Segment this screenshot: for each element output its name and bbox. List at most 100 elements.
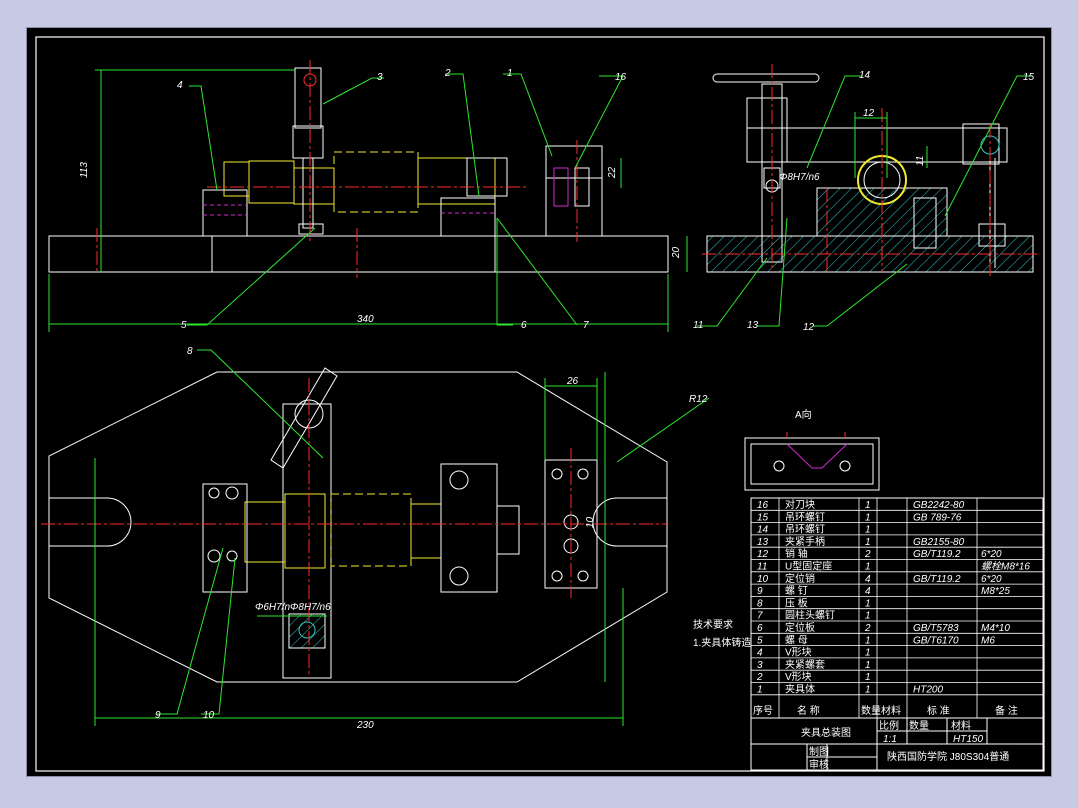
- callout-11: 11: [693, 320, 703, 331]
- bom-cell-no: 15: [757, 512, 769, 523]
- school-name: 陕西国防学院 J80S304普通: [887, 750, 1009, 763]
- callout-6: 6: [521, 320, 527, 331]
- scale-value: 1:1: [883, 734, 897, 745]
- bom-cell-no: 11: [757, 562, 767, 573]
- bom-cell-qty: 2: [864, 623, 871, 634]
- bom-header-note: 备 注: [995, 704, 1018, 717]
- bom-cell-spec: M6: [981, 635, 995, 646]
- bom-cell-name: 夹紧螺套: [785, 658, 825, 671]
- drawing-border: [35, 36, 1045, 772]
- bom-cell-spec: M8*25: [981, 586, 1010, 597]
- bom-cell-std: GB/T119.2: [913, 574, 961, 585]
- bom-table: 16 对刀块 1 GB2242-8015 吊环螺钉 1 GB 789-7614 吊环螺钉 113…: [750, 497, 1044, 719]
- tech-notes-line1: 1.夹具体铸造: [693, 636, 751, 649]
- bom-cell-name: 压 板: [785, 596, 808, 609]
- bom-header-mat: 材料: [881, 704, 901, 717]
- bom-cell-name: 对刀块: [785, 498, 815, 511]
- bom-cell-spec: 螺栓M8*16: [981, 561, 1030, 573]
- material-value: HT150: [953, 734, 983, 745]
- dim-10: 10: [585, 516, 596, 528]
- dim-230: 230: [356, 720, 374, 731]
- bom-cell-name: 定位板: [785, 621, 815, 634]
- bom-cell-name: 夹具体: [785, 683, 815, 696]
- callout-5: 5: [181, 320, 187, 331]
- bom-header-name: 名 称: [797, 704, 820, 717]
- bom-cell-name: V形块: [785, 647, 812, 659]
- bom-cell-qty: 1: [865, 562, 871, 573]
- callout-13: 13: [747, 320, 759, 331]
- bom-cell-qty: 1: [865, 672, 871, 683]
- bom-cell-qty: 1: [865, 525, 871, 536]
- view-a-label: A向: [795, 408, 812, 421]
- callout-15: 15: [1023, 72, 1035, 83]
- bom-cell-qty: 4: [865, 574, 871, 585]
- side-view: [706, 73, 1034, 273]
- drawing-canvas: 113 20 22 340 4 3 2 1 16 5 6 7 12 Φ8H7/n…: [26, 27, 1052, 777]
- drawing-name: 夹具总装图: [801, 726, 851, 739]
- scale-label: 比例: [879, 719, 899, 732]
- dim-113: 113: [79, 162, 90, 178]
- bom-cell-name: 吊环螺钉: [785, 511, 825, 523]
- dim-fit-right: Φ8H7/n6: [779, 172, 820, 183]
- callout-8: 8: [187, 346, 193, 357]
- bom-cell-spec: 6*20: [981, 574, 1002, 585]
- bom-cell-no: 2: [756, 672, 763, 683]
- callout-16: 16: [615, 72, 627, 83]
- bom-header-no: 序号: [753, 704, 773, 717]
- tech-notes-heading: 技术要求: [693, 618, 733, 631]
- bom-cell-no: 16: [757, 500, 769, 511]
- bom-cell-name: 定位销: [785, 572, 815, 585]
- checked-by-label: 审核: [809, 758, 829, 771]
- v-block-left: [202, 189, 248, 237]
- bom-cell-name: U型固定座: [785, 560, 832, 573]
- callout-14: 14: [859, 70, 871, 81]
- bom-cell-no: 14: [757, 525, 769, 536]
- callout-2: 2: [444, 68, 451, 79]
- bom-cell-name: 圆柱头螺钉: [785, 609, 835, 622]
- bom-cell-name: 销 轴: [785, 547, 808, 560]
- drawn-by-label: 制图: [809, 745, 829, 758]
- bom-cell-no: 6: [757, 623, 763, 634]
- bom-cell-std: GB/T5783: [913, 623, 959, 634]
- callout-7: 7: [583, 320, 589, 331]
- bom-cell-qty: 1: [865, 685, 871, 696]
- qty-label: 数量: [909, 719, 929, 732]
- bom-header-std: 标 准: [927, 705, 950, 717]
- dim-11: 11: [915, 156, 926, 166]
- bom-cell-no: 10: [757, 574, 769, 585]
- bom-cell-no: 5: [757, 635, 763, 646]
- bom-cell-qty: 1: [865, 611, 871, 622]
- bom-cell-name: 吊环螺钉: [785, 524, 825, 536]
- callout-1: 1: [507, 68, 513, 79]
- bom-cell-qty: 1: [865, 500, 871, 511]
- bom-cell-qty: 1: [865, 537, 871, 548]
- bom-cell-std: GB2242-80: [913, 500, 965, 511]
- bom-cell-qty: 1: [865, 660, 871, 671]
- top-view: [48, 367, 668, 683]
- dim-26: 26: [566, 376, 579, 387]
- bom-header-qty: 数量: [861, 704, 881, 717]
- bom-cell-no: 7: [757, 611, 763, 622]
- bom-cell-qty: 4: [865, 586, 871, 597]
- dim-12: 12: [863, 108, 875, 119]
- bom-cell-no: 13: [757, 537, 769, 548]
- bom-cell-std: GB 789-76: [913, 512, 962, 523]
- bom-cell-no: 3: [757, 660, 763, 671]
- bom-cell-spec: M4*10: [981, 623, 1010, 634]
- callout-4: 4: [177, 80, 183, 91]
- dim-340: 340: [357, 314, 374, 325]
- bom-cell-name: 螺 母: [785, 634, 808, 646]
- bom-cell-qty: 1: [865, 512, 871, 523]
- cad-drawing: 113 20 22 340 4 3 2 1 16 5 6 7 12 Φ8H7/n…: [35, 36, 1045, 772]
- bom-cell-name: V形块: [785, 671, 812, 683]
- dim-fit-bottom: Φ6H7/nΦ8H7/n6: [255, 602, 331, 613]
- view-a: [744, 432, 880, 491]
- bom-cell-std: GB/T6170: [913, 635, 959, 646]
- bom-cell-no: 12: [757, 549, 769, 560]
- bom-cell-spec: 6*20: [981, 549, 1002, 560]
- callout-9: 9: [155, 710, 161, 721]
- bom-cell-qty: 2: [864, 549, 871, 560]
- bom-cell-std: GB/T119.2: [913, 549, 961, 560]
- callout-12: 12: [803, 322, 815, 333]
- dim-20: 20: [671, 246, 682, 259]
